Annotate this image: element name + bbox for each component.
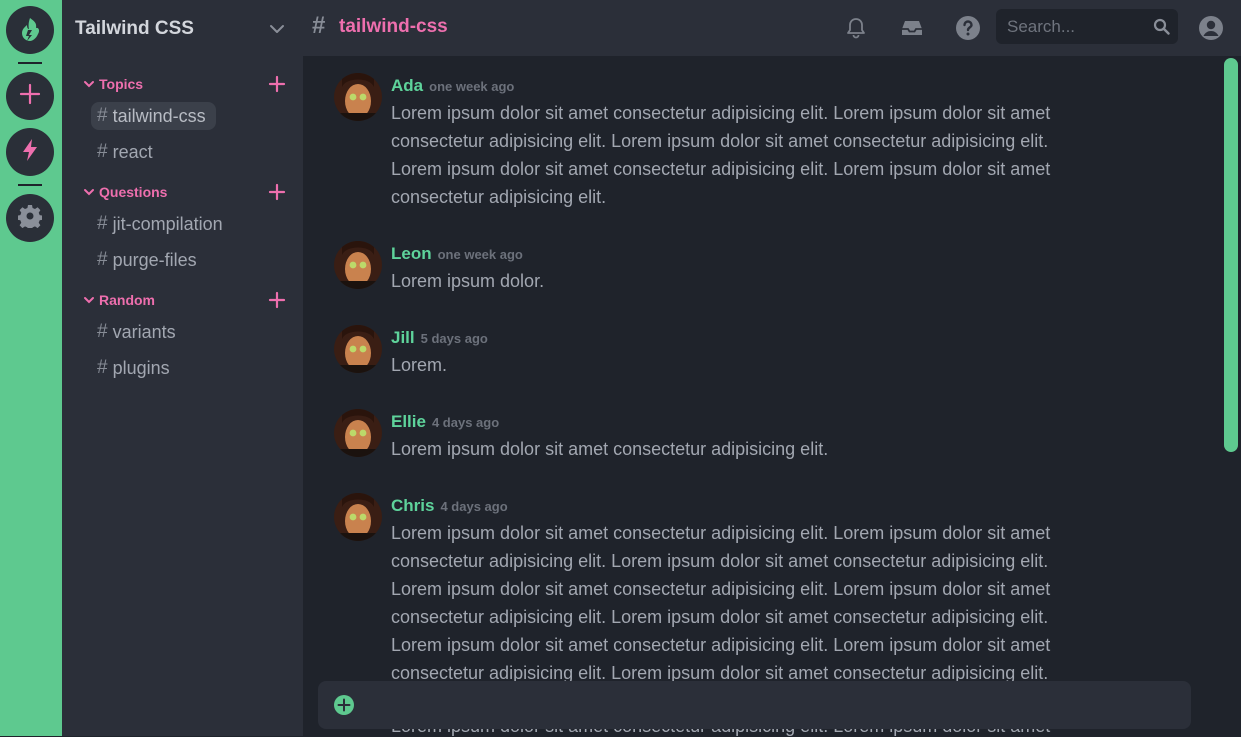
hash-icon: # — [97, 105, 108, 126]
rail-divider — [18, 184, 42, 186]
channel-label: purge-files — [112, 249, 197, 270]
plus-icon[interactable] — [268, 183, 286, 206]
message-time: one week ago — [437, 247, 523, 262]
plus-icon[interactable] — [268, 75, 286, 98]
message-meta: Jill 5 days ago — [391, 328, 488, 348]
channel-sidebar: Tailwind CSS Topics # tailwind-css # rea… — [62, 0, 303, 736]
chevron-down-icon — [82, 185, 96, 199]
rail-divider — [18, 62, 42, 64]
message-meta: Ada one week ago — [391, 76, 514, 96]
add-attachment-icon[interactable] — [333, 694, 355, 721]
hash-icon: # — [97, 213, 108, 234]
hash-icon: # — [97, 357, 108, 378]
channel-variants[interactable]: # variants — [91, 318, 186, 346]
group-label: Random — [99, 292, 155, 308]
channel-header: # tailwind-css — [303, 0, 1241, 56]
channel-label: plugins — [112, 357, 170, 378]
logo-icon[interactable] — [6, 6, 54, 54]
settings-button[interactable] — [6, 194, 54, 242]
search-input[interactable] — [996, 9, 1152, 44]
message-author[interactable]: Ellie — [391, 412, 426, 432]
avatar[interactable] — [334, 493, 382, 541]
message-text: Lorem ipsum dolor sit amet consectetur a… — [391, 523, 1051, 683]
message-meta: Chris 4 days ago — [391, 496, 508, 516]
message-author[interactable]: Jill — [391, 328, 415, 348]
channel-purge-files[interactable]: # purge-files — [91, 246, 207, 274]
hash-icon: # — [312, 12, 326, 39]
inbox-icon[interactable] — [898, 14, 926, 42]
avatar[interactable] — [334, 73, 382, 121]
message-meta: Leon one week ago — [391, 244, 523, 264]
message-text: Lorem ipsum dolor. — [391, 271, 545, 291]
hash-icon: # — [97, 141, 108, 162]
workspace-name[interactable]: Tailwind CSS — [75, 18, 194, 40]
hash-icon: # — [97, 321, 108, 342]
message-composer[interactable] — [318, 681, 1191, 731]
message-author[interactable]: Leon — [391, 244, 432, 264]
channel-label: tailwind-css — [112, 105, 206, 126]
user-avatar-icon[interactable] — [1197, 14, 1225, 42]
message-time: 5 days ago — [420, 331, 488, 346]
channel-react[interactable]: # react — [91, 138, 163, 166]
group-topics[interactable]: Topics — [82, 74, 286, 94]
bell-icon[interactable] — [842, 14, 870, 42]
message-meta: Ellie 4 days ago — [391, 412, 499, 432]
channel-plugins[interactable]: # plugins — [91, 354, 180, 382]
message-time: 4 days ago — [431, 415, 500, 430]
avatar[interactable] — [334, 409, 382, 457]
plus-icon[interactable] — [268, 291, 286, 314]
message-text: Lorem ipsum dolor sit amet consectetur a… — [391, 103, 1051, 207]
search-icon[interactable] — [1153, 18, 1170, 40]
chevron-down-icon — [82, 293, 96, 307]
message-text: Lorem. — [391, 355, 448, 375]
scrollbar-thumb[interactable] — [1224, 58, 1238, 452]
search-box[interactable] — [996, 9, 1178, 44]
group-label: Topics — [99, 76, 144, 92]
add-server-button[interactable] — [6, 72, 54, 120]
server-rail — [0, 0, 62, 736]
avatar[interactable] — [334, 241, 382, 289]
chevron-down-icon[interactable] — [268, 20, 286, 43]
message-time: 4 days ago — [440, 499, 508, 514]
group-questions[interactable]: Questions — [82, 182, 286, 202]
message-text: Lorem ipsum dolor sit amet consectetur a… — [391, 439, 829, 459]
explore-button[interactable] — [6, 128, 54, 176]
message-author[interactable]: Ada — [391, 76, 423, 96]
message-list: Ada one week ago Lorem ipsum dolor sit a… — [303, 56, 1221, 736]
message-input[interactable] — [368, 681, 1182, 731]
bolt-icon — [20, 138, 40, 167]
message-time: one week ago — [429, 79, 515, 94]
channel-label: variants — [112, 321, 176, 342]
channel-label: react — [112, 141, 153, 162]
gear-icon — [17, 204, 43, 233]
hash-icon: # — [97, 249, 108, 270]
avatar[interactable] — [334, 325, 382, 373]
chevron-down-icon — [82, 77, 96, 91]
channel-label: jit-compilation — [112, 213, 223, 234]
message-author[interactable]: Chris — [391, 496, 434, 516]
channel-title: tailwind-css — [339, 16, 448, 37]
help-icon[interactable] — [954, 14, 982, 42]
group-label: Questions — [99, 184, 168, 200]
plus-icon — [19, 83, 41, 110]
group-random[interactable]: Random — [82, 290, 286, 310]
channel-jit-compilation[interactable]: # jit-compilation — [91, 210, 233, 238]
channel-tailwind-css[interactable]: # tailwind-css — [91, 102, 216, 130]
